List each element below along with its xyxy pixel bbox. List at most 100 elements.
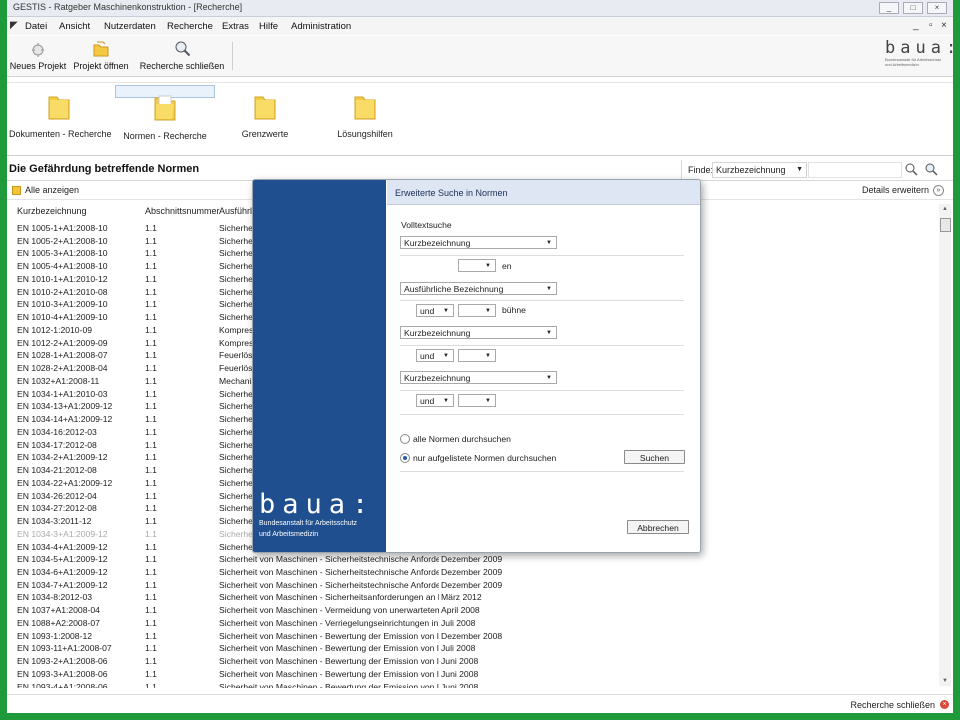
dialog-header: Erweiterte Suche in Normen [387,180,700,205]
menu-ansicht[interactable]: Ansicht [59,21,90,32]
dialog-logo-subtitle-1: Bundesanstalt für Arbeitsschutz [259,520,358,527]
table-row[interactable]: EN 1034-6+A1:2009-12 1.1 Sicherheit von Ma… [7,566,939,579]
field1-select[interactable]: Kurzbezeichnung ▼ [400,236,557,249]
expand-icon[interactable]: » [933,185,944,196]
mdi-close-icon[interactable]: × [941,20,947,31]
magnifier-icon [175,41,191,57]
operator2-select[interactable]: und ▼ [416,304,454,317]
find-label: Finde: [688,165,714,175]
table-cell-k: EN 1010-3+A1:2009-10 [17,299,108,310]
vertical-scrollbar[interactable]: ▲ ▼ [939,204,951,686]
cancel-button[interactable]: Abbrechen [627,520,689,534]
mdi-restore-icon[interactable]: ▫ [929,20,933,31]
table-cell-k: EN 1010-2+A1:2010-08 [17,286,108,297]
status-close-search-link[interactable]: Recherche schließen [850,700,935,710]
table-cell-a: 1.1 [145,363,157,374]
new-project-button[interactable]: Neues Projekt [9,38,67,74]
table-cell-k: EN 1034-27:2012-08 [17,503,97,514]
close-window-button[interactable]: × [927,2,947,14]
category-dokumenten-recherche[interactable]: Dokumenten - Recherche [9,85,112,151]
scroll-thumb[interactable] [940,218,951,232]
open-folder-icon [154,95,176,121]
table-row[interactable]: EN 1034-5+A1:2009-12 1.1 Sicherheit von Ma… [7,553,939,566]
table-cell-a: 1.1 [145,643,157,654]
close-icon[interactable]: × [940,700,949,709]
table-row[interactable]: EN 1093-3+A1:2008-06 1.1 Sicherheit von Ma… [7,668,939,681]
show-all-icon[interactable] [12,186,21,195]
mdi-minimize-icon[interactable]: _ [913,20,919,31]
fulltext-label: Volltextsuche [401,220,452,230]
open-project-button[interactable]: Projekt öffnen [69,38,133,74]
table-cell-k: EN 1032+A1:2008-11 [17,375,100,386]
table-row[interactable]: EN 1034-7+A1:2009-12 1.1 Sicherheit von Ma… [7,579,939,592]
table-cell-k: EN 1034-2+A1:2009-12 [17,452,108,463]
app-menu-icon[interactable]: ◤ [10,20,18,31]
minimize-button[interactable]: _ [879,2,899,14]
table-row[interactable]: EN 1088+A2:2008-07 1.1 Sicherheit von Masc… [7,617,939,630]
dialog-logo-subtitle-2: und Arbeitsmedizin [259,530,319,538]
details-expand-link[interactable]: Details erweitern [862,185,929,195]
advanced-search-icon[interactable] [924,162,938,176]
open-folder-icon [93,41,109,57]
table-cell-a: 1.1 [145,617,157,628]
table-row[interactable]: EN 1093-11+A1:2008-07 1.1 Sicherheit von M… [7,642,939,655]
table-row[interactable]: EN 1093-4+A1:2008-06 1.1 Sicherheit von Ma… [7,681,939,688]
radio-all-norms[interactable] [400,434,410,444]
scroll-down-icon[interactable]: ▼ [939,676,951,686]
menu-hilfe[interactable]: Hilfe [259,21,278,32]
column-header-kurzbezeichnung[interactable]: Kurzbezeichnung [17,206,87,216]
operator4-select[interactable]: und ▼ [416,394,454,407]
field4-select[interactable]: Kurzbezeichnung ▼ [400,371,557,384]
divider [400,300,684,301]
table-row[interactable]: EN 1037+A1:2008-04 1.1 Sicherheit von Masc… [7,604,939,617]
table-row[interactable]: EN 1093-1:2008-12 1.1 Sicherheit von Masch… [7,630,939,643]
operator3-select[interactable]: und ▼ [416,349,454,362]
category-normen-recherche[interactable]: Normen - Recherche [115,85,215,141]
table-cell-a: 1.1 [145,579,157,590]
field2-select[interactable]: Ausführliche Bezeichnung ▼ [400,282,557,295]
chevron-down-icon: ▼ [546,286,552,292]
table-cell-k: EN 1012-1:2010-09 [17,324,93,335]
category-loesungshilfen[interactable]: Lösungshilfen [315,85,415,151]
show-all-link[interactable]: Alle anzeigen [25,185,79,195]
menu-datei[interactable]: Datei [25,21,47,32]
dialog-logo-text: baua: [259,489,376,520]
table-cell-d: Sicherheit von Maschinen - Verriegelungs… [219,617,439,628]
table-cell-a: 1.1 [145,490,157,501]
term4-select[interactable]: ▼ [458,394,496,407]
chevron-down-icon: ▼ [485,263,491,269]
radio-listed-norms[interactable] [400,453,410,463]
chevron-down-icon: ▼ [485,398,491,404]
toolbar: Neues Projekt Projekt öffnen Recherche s… [7,36,953,77]
term1-select[interactable]: ▼ [458,259,496,272]
category-grenzwerte[interactable]: Grenzwerte [215,85,315,151]
menu-nutzerdaten[interactable]: Nutzerdaten [104,21,156,32]
menu-extras[interactable]: Extras [222,21,249,32]
menu-administration[interactable]: Administration [291,21,351,32]
field3-select[interactable]: Kurzbezeichnung ▼ [400,326,557,339]
close-search-toolbar-button[interactable]: Recherche schließen [137,38,227,74]
table-cell-k: EN 1034-3+A1:2009-12 [17,528,108,539]
maximize-button[interactable]: □ [903,2,923,14]
menu-recherche[interactable]: Recherche [167,21,213,32]
table-row[interactable]: EN 1034-8:2012-03 1.1 Sicherheit von Masch… [7,591,939,604]
table-cell-dt: Dezember 2009 [441,554,503,565]
table-cell-dt: Juni 2008 [441,668,479,679]
term2-select[interactable]: ▼ [458,304,496,317]
column-header-abschnittsnummer[interactable]: Abschnittsnummer [145,206,220,216]
search-icon[interactable] [904,162,918,176]
table-cell-k: EN 1034-4+A1:2009-12 [17,541,108,552]
table-cell-a: 1.1 [145,286,157,297]
table-cell-a: 1.1 [145,681,157,688]
table-cell-k: EN 1093-3+A1:2008-06 [17,668,108,679]
search-button[interactable]: Suchen [624,450,685,464]
open-project-label: Projekt öffnen [73,61,129,71]
section-header: Die Gefährdung betreffende Normen Finde:… [7,160,953,181]
chevron-down-icon: ▼ [443,353,449,359]
title-bar: GESTIS - Ratgeber Maschinenkonstruktion … [7,0,953,17]
term3-select[interactable]: ▼ [458,349,496,362]
find-field-select[interactable]: Kurzbezeichnung ▼ [712,162,807,178]
scroll-up-icon[interactable]: ▲ [939,204,951,214]
table-row[interactable]: EN 1093-2+A1:2008-06 1.1 Sicherheit von Ma… [7,655,939,668]
find-input[interactable] [808,162,902,178]
